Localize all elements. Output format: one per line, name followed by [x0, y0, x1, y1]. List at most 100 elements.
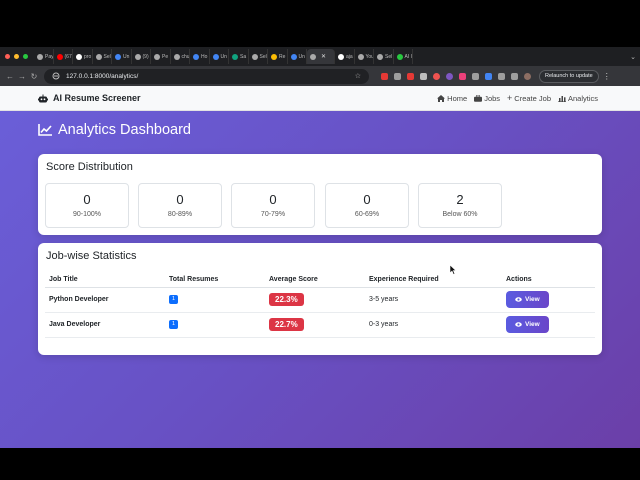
tab-favicon-icon: [56, 53, 63, 60]
extension-icon[interactable]: [459, 72, 466, 80]
total-resumes-cell: 1: [165, 287, 265, 313]
score-bucket-label: 60-69%: [354, 211, 380, 218]
browser-tab[interactable]: Sel: [93, 49, 112, 64]
chart-line-icon: [38, 124, 52, 136]
tab-search-icon[interactable]: ⌄: [626, 53, 640, 61]
browser-tab[interactable]: Sa: [229, 49, 249, 64]
forward-icon[interactable]: →: [16, 72, 28, 81]
brand[interactable]: AI Resume Screener: [38, 93, 141, 103]
more-menu-icon[interactable]: ⋮: [603, 72, 611, 81]
download-icon[interactable]: [498, 72, 505, 80]
close-window-button[interactable]: [5, 54, 10, 59]
score-bucket: 0 90-100%: [45, 183, 129, 228]
nav-create-job[interactable]: + Create Job: [507, 92, 551, 103]
browser-tab[interactable]: chu: [171, 49, 190, 64]
browser-tab[interactable]: Sel: [374, 49, 394, 64]
minimize-window-button[interactable]: [14, 54, 19, 59]
extension-icon[interactable]: [446, 72, 453, 80]
browser-tab[interactable]: Pay: [34, 49, 54, 64]
score-bucket-label: Below 60%: [442, 211, 478, 218]
reload-icon[interactable]: ↻: [28, 72, 40, 81]
score-distribution-title: Score Distribution: [46, 161, 133, 173]
tab-label: Ho: [201, 53, 208, 60]
tab-favicon-icon: [37, 53, 43, 60]
back-icon[interactable]: ←: [4, 72, 16, 81]
table-header-row: Job Title Total Resumes Average Score Ex…: [45, 272, 595, 288]
profile-avatar-icon[interactable]: [524, 72, 531, 80]
tab-label: Un: [123, 53, 130, 60]
browser-tab[interactable]: Sel: [249, 49, 268, 64]
url-text[interactable]: 127.0.0.1:8000/analytics/: [66, 73, 355, 80]
window-controls: [0, 54, 34, 59]
tab-label: pro: [84, 53, 92, 60]
browser-tab[interactable]: Un: [288, 49, 307, 64]
total-resumes-badge: 1: [169, 320, 178, 329]
nav-home-label: Home: [447, 93, 468, 103]
browser-tab[interactable]: Un: [210, 49, 229, 64]
nav-jobs[interactable]: Jobs: [474, 94, 500, 103]
score-bucket-count: 0: [83, 192, 91, 207]
view-job-button[interactable]: View: [506, 291, 549, 308]
bookmark-star-icon[interactable]: ☆: [355, 72, 361, 80]
extension-icon[interactable]: [381, 72, 388, 80]
tab-close-icon[interactable]: ✕: [321, 53, 326, 60]
browser-tabs: Pay (67 pro Sel Un (9) Pe chu Ho Un Sa Sel Re Un ✕ aja Y…: [34, 49, 626, 64]
browser-tab[interactable]: You: [355, 49, 374, 64]
nav-analytics[interactable]: Analytics: [557, 94, 598, 103]
avg-score-cell: 22.7%: [265, 312, 365, 338]
tab-favicon-icon: [338, 53, 344, 60]
browser-tab-active[interactable]: ✕: [307, 49, 335, 64]
experience-cell: 3-5 years: [365, 287, 502, 313]
score-bucket: 0 60-69%: [325, 183, 409, 228]
job-stats-table: Job Title Total Resumes Average Score Ex…: [45, 272, 595, 338]
column-header: Average Score: [265, 272, 365, 288]
table-row: Java Developer 1 22.7% 0-3 years View: [45, 312, 595, 338]
relaunch-button[interactable]: Relaunch to update: [539, 69, 599, 83]
tab-favicon-icon: [193, 53, 199, 60]
job-stats-title: Job-wise Statistics: [46, 250, 137, 262]
total-resumes-badge: 1: [169, 295, 178, 304]
avg-score-badge: 22.7%: [269, 318, 304, 331]
browser-tab[interactable]: AI I: [394, 49, 413, 64]
maximize-window-button[interactable]: [23, 54, 28, 59]
tab-label: Un: [298, 53, 305, 60]
extensions-row: [381, 72, 531, 80]
browser-tab[interactable]: Un: [112, 49, 132, 64]
browser-tab[interactable]: Ho: [190, 49, 210, 64]
tab-label: (9): [142, 53, 149, 60]
tab-label: aja: [346, 53, 353, 60]
page-title: Analytics Dashboard: [38, 122, 191, 138]
site-info-icon[interactable]: [52, 72, 60, 80]
job-title-cell: Java Developer: [45, 312, 165, 338]
browser-tab[interactable]: Re: [268, 49, 288, 64]
score-bucket-label: 90-100%: [72, 211, 102, 218]
browser-tab[interactable]: Pe: [151, 49, 171, 64]
view-button-label: View: [525, 296, 540, 303]
app-navbar: AI Resume Screener Home Jobs + Create Jo…: [0, 86, 640, 111]
avg-score-badge: 22.3%: [269, 293, 304, 306]
sidebar-icon[interactable]: [511, 72, 518, 80]
browser-tab[interactable]: pro: [73, 49, 93, 64]
extension-icon[interactable]: [420, 72, 427, 80]
browser-tab[interactable]: (9): [132, 49, 151, 64]
job-stats-card: Job-wise Statistics Job Title Total Resu…: [38, 243, 602, 355]
puzzle-icon[interactable]: [472, 72, 479, 80]
browser-tab[interactable]: aja: [335, 49, 355, 64]
extension-icon[interactable]: [407, 72, 414, 80]
extension-icon[interactable]: [485, 72, 492, 80]
address-bar[interactable]: 127.0.0.1:8000/analytics/ ☆: [44, 68, 369, 84]
actions-cell: View: [502, 312, 595, 338]
extension-icon[interactable]: [394, 72, 401, 80]
tab-label: Pay: [45, 53, 54, 60]
extension-icon[interactable]: [433, 72, 440, 80]
view-job-button[interactable]: View: [506, 316, 549, 333]
score-bucket-count: 0: [269, 192, 277, 207]
browser-tab[interactable]: (67: [54, 49, 73, 64]
plus-icon: +: [507, 92, 513, 103]
chart-bar-icon: [557, 95, 566, 102]
tab-label: Sel: [259, 53, 267, 60]
page-title-text: Analytics Dashboard: [58, 122, 191, 138]
nav-home[interactable]: Home: [437, 94, 467, 103]
browser-tab-bar: Pay (67 pro Sel Un (9) Pe chu Ho Un Sa Sel Re Un ✕ aja Y…: [0, 47, 640, 66]
tab-favicon-icon: [251, 53, 258, 60]
